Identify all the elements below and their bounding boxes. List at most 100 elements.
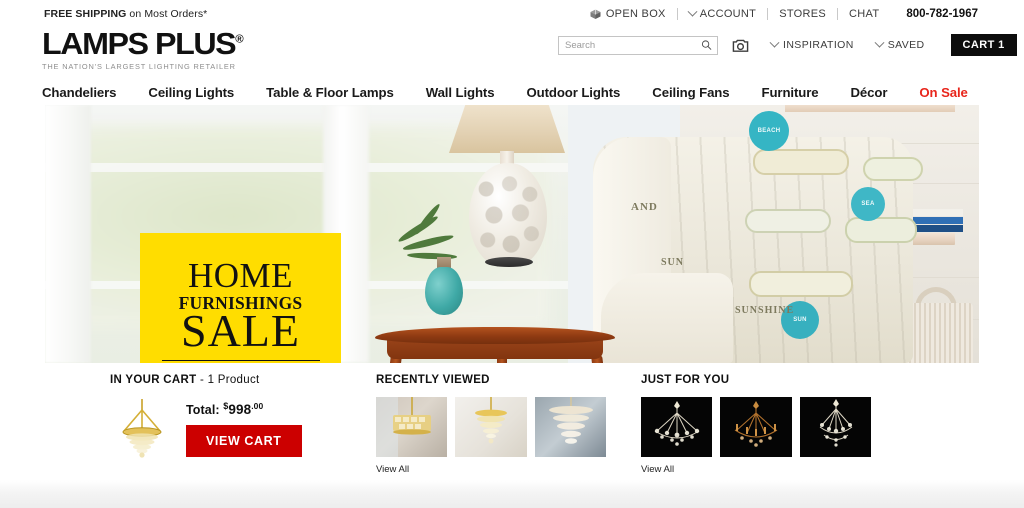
utility-link-account[interactable]: ACCOUNT	[678, 6, 768, 20]
lamp-shade	[449, 105, 565, 153]
utility-links: OPEN BOX ACCOUNT STORES CHAT 800-782-196…	[578, 6, 978, 20]
utility-link-label: STORES	[779, 8, 827, 20]
inspiration-menu[interactable]: INSPIRATION	[769, 37, 854, 51]
cart-total-label: Total:	[186, 403, 224, 418]
free-shipping-bold: FREE SHIPPING	[44, 8, 127, 20]
chandelier-icon	[548, 397, 593, 444]
recently-viewed-view-all[interactable]: View All	[376, 464, 606, 475]
cart-body: Total: $998.00 VIEW CART	[110, 397, 340, 459]
product-thumbnail[interactable]	[455, 397, 527, 457]
cart-title-rest: - 1 Product	[196, 374, 260, 386]
fabric-word: SUNSHINE	[735, 305, 795, 316]
nav-item-wall-lights[interactable]: Wall Lights	[426, 85, 495, 100]
fabric-circle-badge: SEA	[851, 187, 885, 221]
logo-tagline: THE NATION'S LARGEST LIGHTING RETAILER	[42, 62, 236, 71]
product-thumbnail[interactable]	[376, 397, 448, 457]
fabric-sign	[845, 217, 917, 243]
nav-item-decor[interactable]: Décor	[851, 85, 888, 100]
just-for-you-section: JUST FOR YOU View All	[641, 374, 871, 475]
product-thumbnail[interactable]	[720, 397, 792, 457]
utility-link-label: ACCOUNT	[699, 8, 757, 20]
fabric-word: AND	[631, 201, 658, 213]
free-shipping-rest: on Most Orders*	[126, 8, 208, 20]
saved-menu[interactable]: SAVED	[874, 37, 925, 51]
just-for-you-thumbs	[641, 397, 871, 457]
cart-product-thumbnail[interactable]	[110, 397, 174, 459]
side-table	[375, 327, 615, 344]
brand-row: LAMPS PLUS® THE NATION'S LARGEST LIGHTIN…	[0, 28, 1024, 78]
product-thumbnail[interactable]	[799, 397, 871, 457]
page-root: FREE SHIPPING on Most Orders* OPEN BOX A…	[0, 0, 1024, 508]
chandelier-icon	[819, 399, 852, 447]
utility-link-stores[interactable]: STORES	[768, 8, 837, 20]
search-icon[interactable]	[701, 40, 712, 51]
search-box[interactable]	[558, 35, 718, 55]
phone-number[interactable]: 800-782-1967	[890, 8, 978, 20]
view-cart-button[interactable]: VIEW CART	[186, 425, 302, 458]
armchair-arm	[601, 273, 733, 363]
fabric-sign	[745, 209, 831, 233]
recently-viewed-title: RECENTLY VIEWED	[376, 374, 490, 386]
saved-label: SAVED	[887, 39, 925, 51]
nav-item-ceiling-lights[interactable]: Ceiling Lights	[148, 85, 234, 100]
cart-summary: Total: $998.00 VIEW CART	[186, 397, 302, 458]
hero-promo-panel[interactable]: HOME FURNISHINGS SALE UP TO 50% OFF SHOP…	[140, 233, 341, 363]
hero-banner[interactable]: BEACH SEA SUN AND SUN SUNSHINE HOME FURN…	[45, 105, 979, 363]
promo-line-1: HOME	[187, 256, 294, 296]
camera-icon[interactable]	[732, 38, 749, 53]
promo-line-3: SALE	[181, 305, 300, 357]
chevron-down-icon	[874, 37, 885, 48]
chandelier-icon	[475, 397, 508, 444]
just-for-you-title: JUST FOR YOU	[641, 374, 730, 386]
open-box-icon	[590, 9, 601, 19]
lamp-texture	[469, 163, 547, 267]
chevron-down-icon	[769, 37, 780, 48]
curtain-left	[45, 105, 91, 363]
recently-viewed-section: RECENTLY VIEWED View All	[376, 374, 606, 475]
recently-viewed-thumbs	[376, 397, 606, 457]
page-bottom-band	[0, 480, 1024, 508]
chandelier-icon	[376, 397, 431, 457]
cart-button[interactable]: CART 1	[950, 34, 1017, 56]
search-zone: INSPIRATION SAVED CART 1	[558, 34, 1017, 56]
utility-link-chat[interactable]: CHAT	[838, 8, 890, 20]
search-input[interactable]	[559, 36, 717, 54]
cart-section-title: IN YOUR CART - 1 Product	[110, 374, 340, 386]
logo-registered-mark: ®	[235, 33, 244, 46]
inspiration-label: INSPIRATION	[783, 39, 854, 51]
product-thumbnail[interactable]	[641, 397, 713, 457]
logo-wordmark: LAMPS PLUS®	[42, 28, 244, 59]
nav-item-outdoor-lights[interactable]: Outdoor Lights	[526, 85, 620, 100]
wall-shelf-upper	[785, 105, 955, 112]
site-logo[interactable]: LAMPS PLUS® THE NATION'S LARGEST LIGHTIN…	[42, 28, 244, 71]
cart-title-bold: IN YOUR CART	[110, 374, 197, 386]
chevron-down-icon	[687, 6, 698, 17]
nav-item-chandeliers[interactable]: Chandeliers	[42, 85, 116, 100]
nav-item-on-sale[interactable]: On Sale	[919, 85, 968, 100]
chandelier-icon	[654, 401, 700, 446]
main-navigation: Chandeliers Ceiling Lights Table & Floor…	[0, 78, 1024, 106]
nav-item-table-floor-lamps[interactable]: Table & Floor Lamps	[266, 85, 394, 100]
teal-vase	[425, 267, 463, 315]
fabric-circle-badge: BEACH	[749, 111, 789, 151]
fabric-sign	[863, 157, 923, 181]
fabric-sign	[753, 149, 849, 175]
logo-text: LAMPS PLUS	[42, 26, 237, 61]
promo-divider	[161, 359, 320, 361]
in-your-cart-section: IN YOUR CART - 1 Product Total: $998.00 …	[110, 374, 340, 459]
utility-link-open-box[interactable]: OPEN BOX	[578, 8, 677, 20]
utility-link-label: OPEN BOX	[605, 8, 666, 20]
just-for-you-view-all[interactable]: View All	[641, 464, 871, 475]
free-shipping-notice: FREE SHIPPING on Most Orders*	[44, 8, 207, 20]
fabric-sign	[749, 271, 853, 297]
cart-total-cents: .00	[251, 401, 264, 411]
cart-total-amount: 998	[228, 402, 252, 418]
nav-item-ceiling-fans[interactable]: Ceiling Fans	[652, 85, 729, 100]
nav-item-furniture[interactable]: Furniture	[762, 85, 819, 100]
chandelier-icon	[735, 401, 778, 447]
fabric-word: SUN	[661, 257, 685, 268]
product-thumbnail[interactable]	[534, 397, 606, 457]
lower-panels: IN YOUR CART - 1 Product Total: $998.00 …	[0, 368, 1024, 475]
book	[905, 209, 963, 216]
lamp-base	[485, 257, 533, 267]
